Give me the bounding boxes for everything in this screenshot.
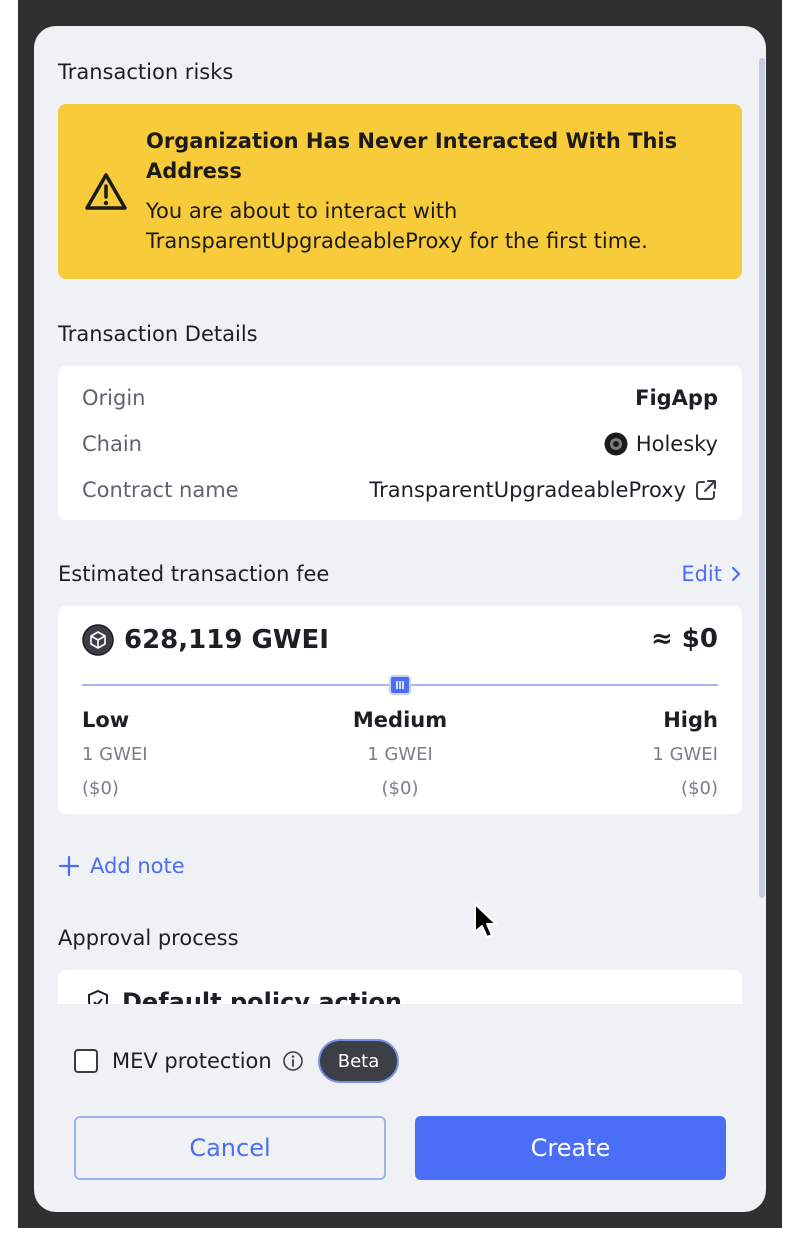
tier-gwei: 1 GWEI (82, 744, 148, 765)
scrollbar[interactable] (759, 58, 765, 898)
fee-amount: 628,119 GWEI (82, 624, 329, 656)
edit-label: Edit (681, 562, 722, 586)
fee-tier-medium[interactable]: Medium 1 GWEI ($0) (300, 708, 500, 799)
warning-triangle-icon (85, 173, 127, 210)
tier-name: High (663, 708, 718, 732)
fee-card: 628,119 GWEI ≈ $0 Low 1 GWEI ($0) Medium… (58, 606, 742, 814)
mev-label: MEV protection (112, 1049, 272, 1073)
holesky-chain-icon (604, 432, 628, 456)
create-button[interactable]: Create (415, 1116, 726, 1180)
plus-icon (58, 855, 80, 877)
fee-section-title: Estimated transaction fee (58, 562, 330, 586)
ethereum-cube-icon (82, 624, 114, 656)
risk-banner: Organization Has Never Interacted With T… (58, 104, 742, 279)
external-link-icon[interactable] (694, 478, 718, 502)
tier-gwei: 1 GWEI (367, 744, 433, 765)
fee-usd: ≈ $0 (650, 624, 718, 654)
beta-badge: Beta (317, 1039, 400, 1083)
mouse-cursor-icon (474, 903, 497, 938)
contract-value[interactable]: TransparentUpgradeableProxy (369, 478, 718, 502)
transaction-details-card: Origin FigApp Chain Holesky Contract nam… (58, 366, 742, 520)
tier-usd: ($0) (381, 778, 419, 799)
detail-row-origin: Origin FigApp (82, 383, 718, 413)
fee-tier-low[interactable]: Low 1 GWEI ($0) (82, 708, 282, 799)
mev-protection-row: MEV protection Beta (74, 1038, 400, 1084)
cancel-button[interactable]: Cancel (74, 1116, 386, 1180)
add-note-button[interactable]: Add note (58, 854, 185, 878)
chain-value: Holesky (604, 432, 718, 456)
tier-usd: ($0) (82, 778, 119, 799)
grip-icon (396, 681, 404, 689)
add-note-label: Add note (90, 854, 185, 878)
risks-section-title: Transaction risks (58, 60, 234, 84)
policy-shield-icon (88, 989, 108, 1004)
mev-protection-checkbox[interactable] (74, 1049, 98, 1073)
chain-name: Holesky (635, 432, 718, 456)
fee-tier-high[interactable]: High 1 GWEI ($0) (518, 708, 718, 799)
edit-fee-link[interactable]: Edit (681, 562, 742, 586)
transaction-modal: Transaction risks Organization Has Never… (34, 26, 766, 1212)
contract-name: TransparentUpgradeableProxy (369, 478, 686, 502)
chevron-right-icon (731, 566, 741, 582)
approval-policy-card: Default policy action (58, 970, 742, 1004)
tier-usd: ($0) (681, 778, 718, 799)
origin-value: FigApp (635, 386, 718, 410)
detail-label: Contract name (82, 478, 239, 502)
risk-description: You are about to interact with Transpare… (146, 199, 648, 253)
tier-name: Low (82, 708, 130, 732)
info-icon[interactable] (282, 1050, 304, 1072)
tier-gwei: 1 GWEI (652, 744, 718, 765)
detail-label: Origin (82, 386, 146, 410)
detail-row-contract: Contract name TransparentUpgradeableProx… (82, 475, 718, 505)
detail-label: Chain (82, 432, 142, 456)
details-section-title: Transaction Details (58, 322, 258, 346)
policy-label: Default policy action (122, 988, 403, 1004)
tier-name: Medium (352, 708, 448, 732)
fee-slider-thumb[interactable] (389, 675, 411, 695)
modal-scroll-area[interactable]: Transaction risks Organization Has Never… (34, 26, 766, 1004)
approval-section-title: Approval process (58, 926, 239, 950)
policy-header: Default policy action (86, 988, 402, 1004)
fee-gwei: 628,119 GWEI (124, 625, 329, 655)
risk-title: Organization Has Never Interacted With T… (146, 129, 678, 183)
detail-row-chain: Chain Holesky (82, 429, 718, 459)
